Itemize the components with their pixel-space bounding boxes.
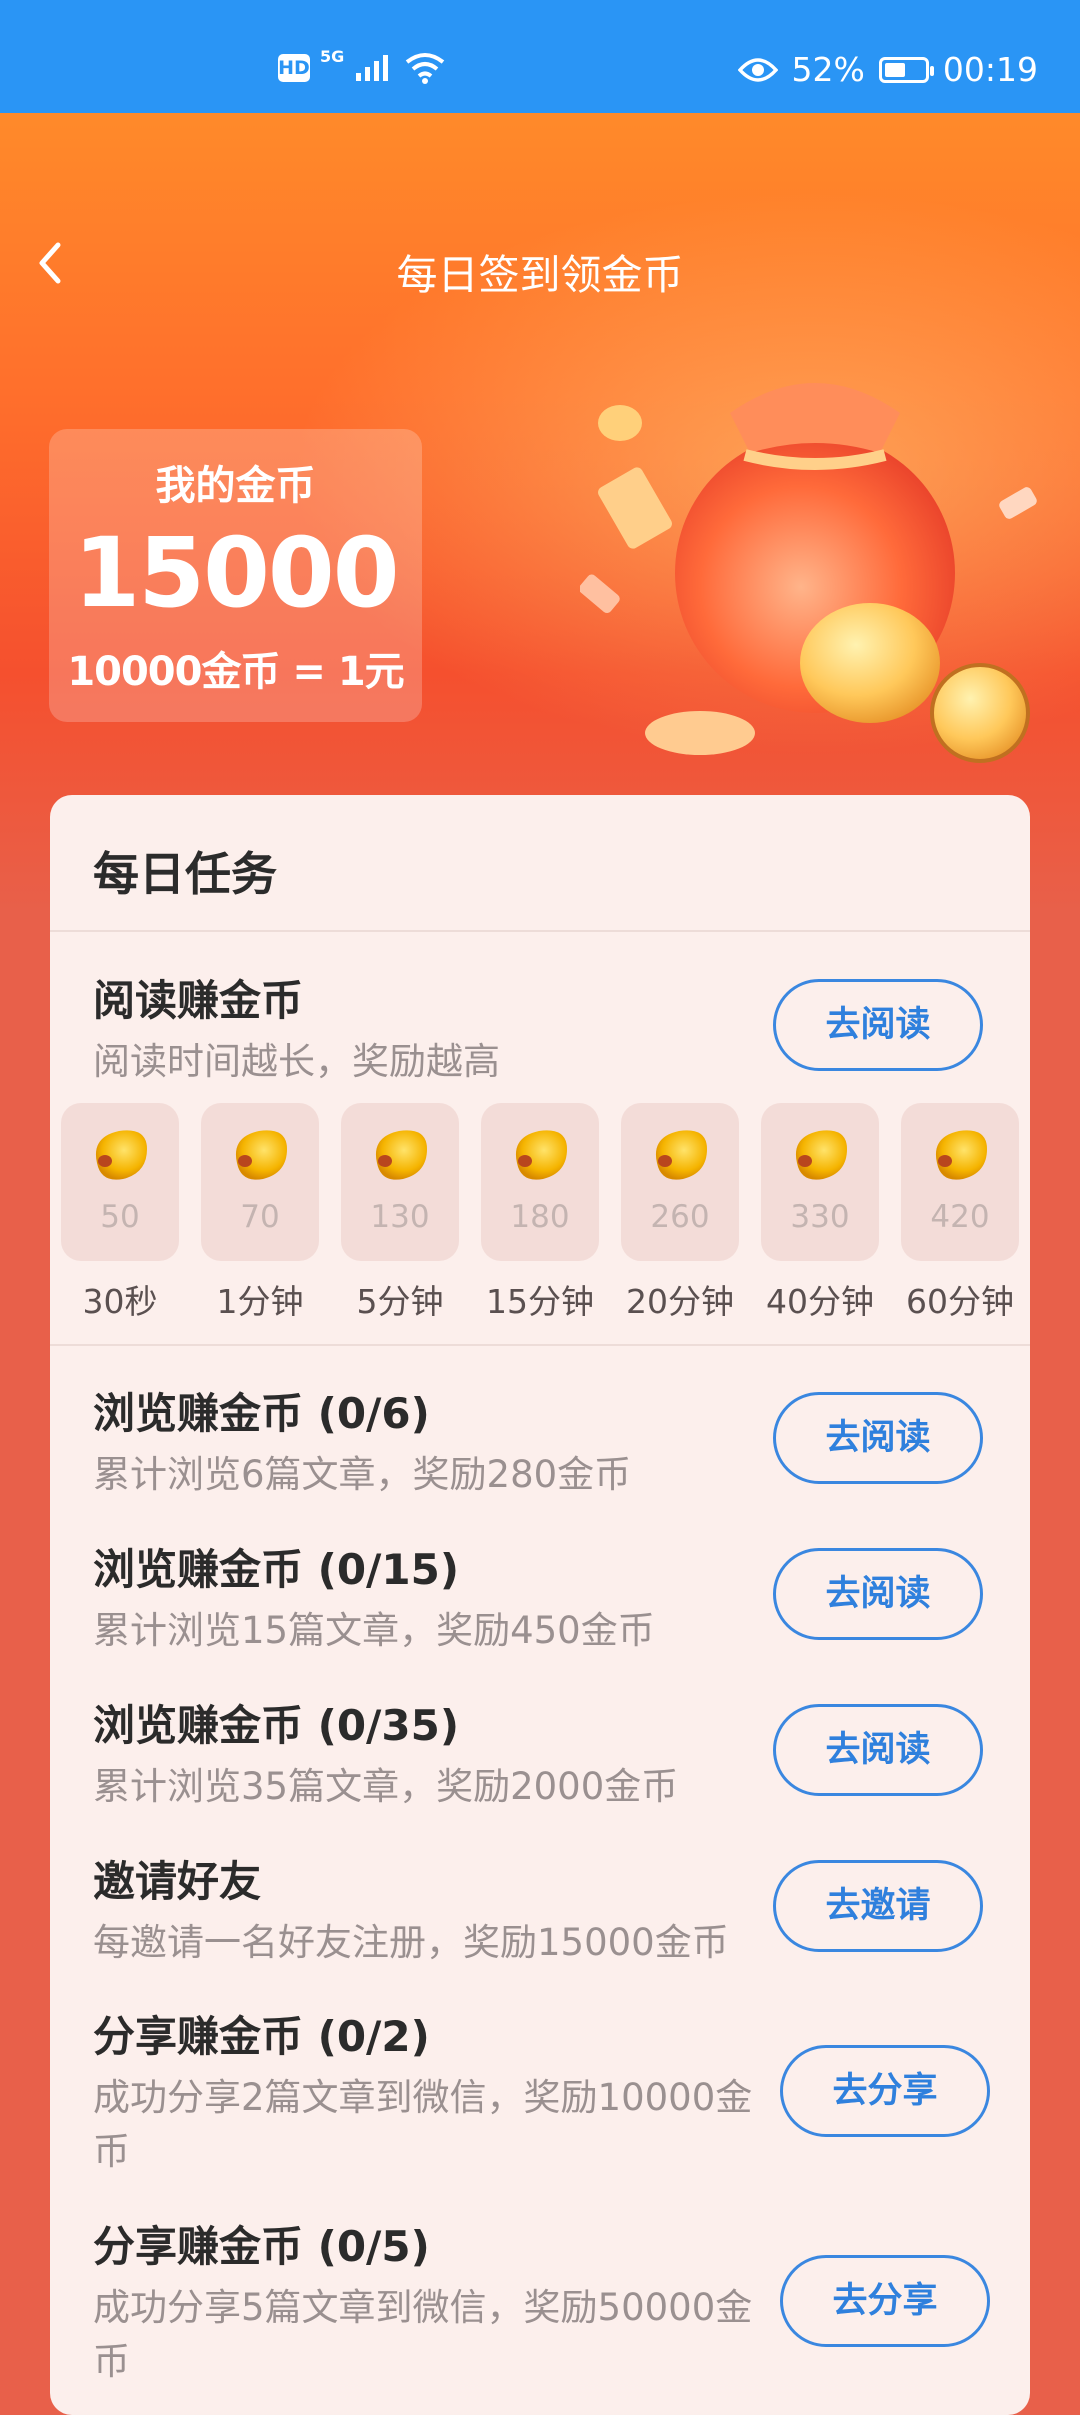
gold-bean-icon	[655, 1130, 707, 1180]
task-title: 浏览赚金币 (0/6)	[93, 1389, 430, 1438]
task-action-button[interactable]: 去分享	[780, 2255, 990, 2347]
coins-amount: 15000	[73, 517, 400, 629]
divider	[50, 1344, 1030, 1346]
reward-value: 70	[240, 1199, 280, 1235]
coins-rate: 10000金币 = 1元	[67, 649, 404, 695]
task-title: 浏览赚金币 (0/35)	[93, 1701, 460, 1750]
reward-value: 260	[650, 1199, 710, 1235]
task-action-button[interactable]: 去阅读	[773, 1704, 983, 1796]
task-action-button[interactable]: 去阅读	[773, 1392, 983, 1484]
reading-step: 330 40分钟	[761, 1103, 879, 1323]
reward-box: 420	[901, 1103, 1019, 1261]
go-read-button[interactable]: 去阅读	[773, 979, 983, 1071]
gold-bean-icon	[95, 1130, 147, 1180]
task-title: 浏览赚金币 (0/15)	[93, 1545, 460, 1594]
reading-step: 180 15分钟	[481, 1103, 599, 1323]
task-desc: 累计浏览35篇文章，奖励2000金币	[93, 1765, 679, 1808]
page-title: 每日签到领金币	[396, 251, 684, 299]
eye-icon	[737, 57, 778, 82]
reading-task-title: 阅读赚金币	[93, 976, 304, 1025]
task-desc: 成功分享2篇文章到微信，奖励10000金币	[93, 2076, 753, 2173]
task-desc: 成功分享5篇文章到微信，奖励50000金币	[93, 2286, 753, 2383]
clock: 00:19	[942, 50, 1038, 89]
reward-value: 50	[100, 1199, 140, 1235]
reward-box: 130	[341, 1103, 459, 1261]
reward-box: 50	[61, 1103, 179, 1261]
my-coins-card: 我的金币 15000 10000金币 = 1元	[49, 429, 422, 722]
reading-step: 130 5分钟	[341, 1103, 459, 1323]
reward-box: 260	[621, 1103, 739, 1261]
reward-time: 60分钟	[906, 1282, 1014, 1321]
reading-step: 420 60分钟	[901, 1103, 1019, 1323]
panel-header: 每日任务	[50, 795, 1030, 932]
battery-percent: 52%	[791, 50, 865, 89]
reward-box: 330	[761, 1103, 879, 1261]
reward-value: 180	[510, 1199, 570, 1235]
daily-tasks-panel: 每日任务 阅读赚金币 阅读时间越长，奖励越高 去阅读 50 30秒 70 1分钟 130…	[50, 795, 1030, 2415]
reading-step: 70 1分钟	[201, 1103, 319, 1323]
task-action-button[interactable]: 去阅读	[773, 1548, 983, 1640]
reading-step: 50 30秒	[61, 1103, 179, 1323]
task-action-button[interactable]: 去分享	[780, 2045, 990, 2137]
task-title: 分享赚金币 (0/2)	[93, 2012, 430, 2061]
reward-box: 180	[481, 1103, 599, 1261]
network-type: 5G	[320, 46, 345, 66]
reward-time: 1分钟	[216, 1282, 304, 1321]
task-desc: 累计浏览15篇文章，奖励450金币	[93, 1609, 655, 1652]
reward-box: 70	[201, 1103, 319, 1261]
gold-bean-icon	[795, 1130, 847, 1180]
task-title: 邀请好友	[93, 1857, 262, 1906]
task-desc: 累计浏览6篇文章，奖励280金币	[93, 1453, 632, 1496]
gold-bean-icon	[515, 1130, 567, 1180]
gold-bean-icon	[935, 1130, 987, 1180]
task-title: 分享赚金币 (0/5)	[93, 2222, 430, 2271]
reading-task-desc: 阅读时间越长，奖励越高	[93, 1040, 500, 1083]
gold-bean-icon	[235, 1130, 287, 1180]
coins-label: 我的金币	[155, 463, 316, 509]
signal-icon	[356, 55, 389, 81]
reward-value: 420	[930, 1199, 990, 1235]
reward-time: 20分钟	[626, 1282, 734, 1321]
money-bag-illustration	[580, 383, 1037, 763]
reward-time: 30秒	[82, 1282, 158, 1321]
reading-step: 260 20分钟	[621, 1103, 739, 1323]
reward-time: 5分钟	[356, 1282, 444, 1321]
reward-value: 130	[370, 1199, 430, 1235]
battery-icon	[878, 56, 934, 83]
task-desc: 每邀请一名好友注册，奖励15000金币	[93, 1921, 729, 1964]
status-bar: HD 5G 52% 00:19	[0, 0, 1080, 113]
gold-bean-icon	[375, 1130, 427, 1180]
reward-time: 15分钟	[486, 1282, 594, 1321]
wifi-icon	[406, 53, 445, 84]
panel-title: 每日任务	[93, 847, 277, 901]
task-action-button[interactable]: 去邀请	[773, 1860, 983, 1952]
hero-banner: 每日签到领金币 我的金币 15000 10000金币 = 1元	[0, 113, 1080, 913]
reward-time: 40分钟	[766, 1282, 874, 1321]
reward-value: 330	[790, 1199, 850, 1235]
hd-icon: HD	[278, 54, 310, 82]
